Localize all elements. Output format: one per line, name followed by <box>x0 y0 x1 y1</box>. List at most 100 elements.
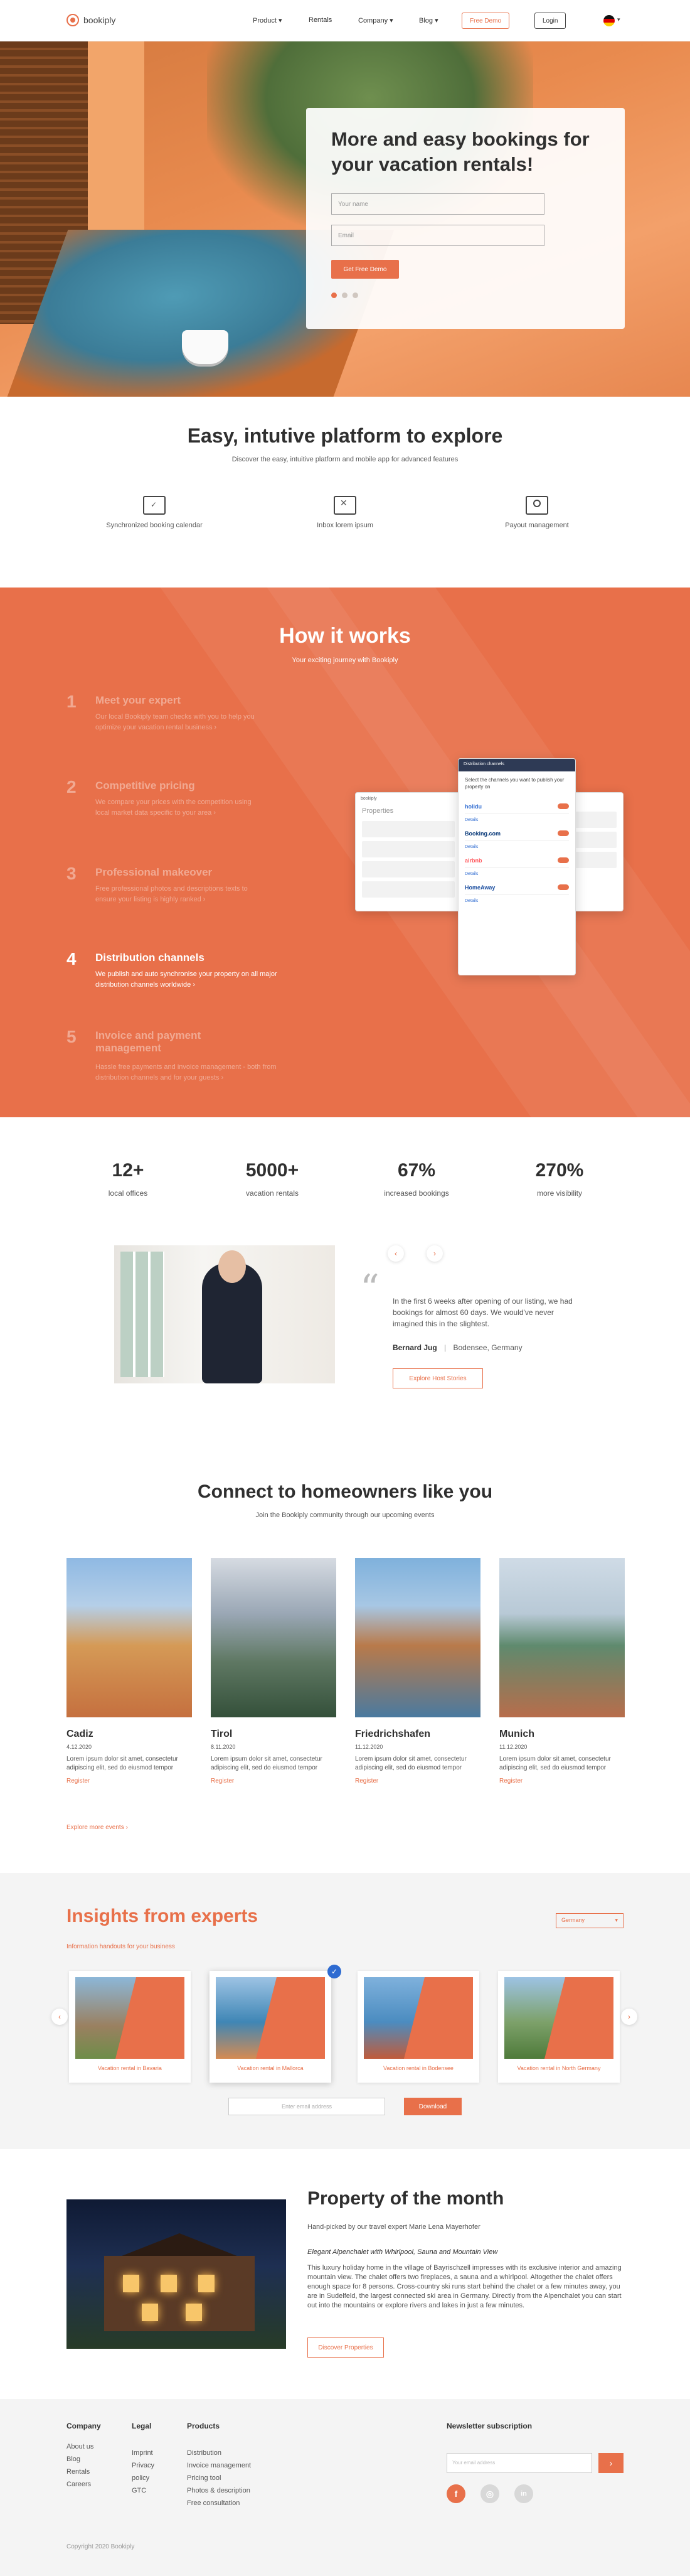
discover-properties-button[interactable]: Discover Properties <box>307 2337 384 2358</box>
details-link[interactable]: Details <box>459 899 575 903</box>
insights-section: Insights from experts Information handou… <box>0 1873 690 2149</box>
host-photo <box>114 1245 335 1383</box>
platform-title: Easy, intutive platform to explore <box>187 424 503 447</box>
footer-link[interactable]: Free consultation <box>187 2497 251 2509</box>
property-window <box>186 2304 202 2321</box>
channel-holidu[interactable]: holidu <box>465 799 569 814</box>
footer-link[interactable]: Photos & description <box>187 2484 251 2497</box>
details-link[interactable]: Details <box>459 818 575 822</box>
register-link[interactable]: Register <box>355 1778 480 1784</box>
footer-link[interactable]: Pricing tool <box>187 2472 251 2484</box>
insight-card[interactable]: Vacation rental in Bodensee <box>358 1971 479 2083</box>
details-link[interactable]: Details <box>459 872 575 876</box>
photo-window <box>120 1252 164 1377</box>
nav-product[interactable]: Product ▾ <box>253 16 282 24</box>
previous-arrow-icon[interactable]: ‹ <box>51 2009 68 2025</box>
hero-signup-card: More and easy bookings for your vacation… <box>306 108 625 329</box>
event-card-munich[interactable]: Munich 11.12.2020 Lorem ipsum dolor sit … <box>499 1558 625 1784</box>
login-button[interactable]: Login <box>534 13 566 29</box>
chevron-down-icon[interactable]: ▾ <box>617 16 620 23</box>
channel-homeaway[interactable]: HomeAway <box>465 880 569 895</box>
channel-booking[interactable]: Booking.com <box>465 826 569 841</box>
testimonial-author: Bernard Jug | Bodensee, Germany <box>393 1343 523 1352</box>
explore-more-events-link[interactable]: Explore more events › <box>66 1824 128 1831</box>
facebook-icon[interactable]: f <box>447 2484 465 2503</box>
footer-link[interactable]: About us <box>66 2440 93 2453</box>
event-image <box>211 1558 336 1717</box>
toggle[interactable] <box>558 884 569 890</box>
linkedin-icon[interactable]: in <box>514 2484 533 2503</box>
property-row <box>362 881 455 898</box>
newsletter-submit-arrow-icon[interactable]: › <box>598 2453 624 2473</box>
email-input[interactable]: Email <box>331 225 544 246</box>
carousel-dot[interactable] <box>331 292 337 298</box>
next-arrow-icon[interactable]: › <box>427 1245 443 1262</box>
carousel-dot[interactable] <box>342 292 348 298</box>
event-card-friedrichshafen[interactable]: Friedrichshafen 11.12.2020 Lorem ipsum d… <box>355 1558 480 1784</box>
how-it-works-section: How it works Your exciting journey with … <box>0 588 690 1117</box>
footer-legal-heading: Legal <box>132 2422 152 2430</box>
properties-screen: bookiply Properties <box>355 792 462 911</box>
footer-link[interactable]: Careers <box>66 2478 93 2491</box>
hero-title: More and easy bookings for your vacation… <box>331 128 590 175</box>
next-arrow-icon[interactable]: › <box>621 2009 637 2025</box>
nav-rentals[interactable]: Rentals <box>309 16 332 24</box>
event-image <box>66 1558 192 1717</box>
logo-text: bookiply <box>83 15 116 25</box>
previous-arrow-icon[interactable]: ‹ <box>388 1245 404 1262</box>
language-flag-icon[interactable] <box>603 15 615 26</box>
calendar-icon: ✓ <box>143 496 166 515</box>
footer-link[interactable]: Distribution <box>187 2447 251 2459</box>
chevron-down-icon: ▾ <box>615 1917 618 1923</box>
top-nav: bookiply Product ▾ Rentals Company ▾ Blo… <box>0 0 690 41</box>
payout-icon <box>526 496 548 515</box>
country-select[interactable]: Germany ▾ <box>556 1913 624 1928</box>
toggle[interactable] <box>558 803 569 809</box>
register-link[interactable]: Register <box>499 1778 625 1784</box>
download-button[interactable]: Download <box>404 2098 462 2115</box>
events-subtitle: Join the Bookiply community through our … <box>255 1511 435 1519</box>
instagram-icon[interactable]: ◎ <box>480 2484 499 2503</box>
insight-image <box>504 1977 613 2059</box>
footer-link[interactable]: GTC <box>132 2484 169 2497</box>
quote-icon: “ <box>360 1267 380 1311</box>
insight-image <box>75 1977 184 2059</box>
event-image <box>499 1558 625 1717</box>
newsletter-email-input[interactable]: Your email address <box>447 2453 592 2473</box>
insight-card-selected[interactable]: Vacation rental in Mallorca <box>210 1971 331 2083</box>
property-house <box>104 2256 255 2331</box>
register-link[interactable]: Register <box>66 1778 192 1784</box>
insight-image <box>216 1977 325 2059</box>
event-card-cadiz[interactable]: Cadiz 4.12.2020 Lorem ipsum dolor sit am… <box>66 1558 192 1784</box>
carousel-dot[interactable] <box>353 292 358 298</box>
register-link[interactable]: Register <box>211 1778 336 1784</box>
name-input[interactable]: Your name <box>331 193 544 215</box>
logo-icon <box>66 14 79 26</box>
stat-offices-value: 12+ <box>112 1160 144 1181</box>
footer-link[interactable]: Rentals <box>66 2466 93 2478</box>
footer-link[interactable]: Blog <box>66 2453 93 2466</box>
channel-airbnb[interactable]: airbnb <box>465 853 569 868</box>
toggle[interactable] <box>558 830 569 836</box>
footer-link[interactable]: Privacy policy <box>132 2459 169 2484</box>
details-link[interactable]: Details <box>459 845 575 849</box>
insight-card[interactable]: Vacation rental in Bavaria <box>69 1971 191 2083</box>
insights-email-input[interactable]: Enter email address <box>228 2098 385 2115</box>
get-free-demo-button[interactable]: Get Free Demo <box>331 260 399 279</box>
feature-payout: Payout management <box>474 496 600 530</box>
toggle[interactable] <box>558 857 569 863</box>
footer-link[interactable]: Invoice management <box>187 2459 251 2472</box>
footer-link[interactable]: Imprint <box>132 2447 169 2459</box>
footer-legal-links: Imprint Privacy policy GTC <box>132 2447 169 2497</box>
free-demo-button[interactable]: Free Demo <box>462 13 510 29</box>
logo[interactable]: bookiply <box>66 14 115 26</box>
selected-check-icon: ✓ <box>327 1965 341 1978</box>
event-card-tirol[interactable]: Tirol 8.11.2020 Lorem ipsum dolor sit am… <box>211 1558 336 1784</box>
explore-host-stories-button[interactable]: Explore Host Stories <box>393 1368 483 1388</box>
footer-company-links: About us Blog Rentals Careers <box>66 2440 93 2491</box>
insights-title: Insights from experts <box>66 1906 258 1926</box>
nav-blog[interactable]: Blog ▾ <box>419 16 438 24</box>
insight-card[interactable]: Vacation rental in North Germany <box>498 1971 620 2083</box>
nav-company[interactable]: Company ▾ <box>358 16 393 24</box>
channels-intro: Select the channels you want to publish … <box>465 777 565 790</box>
